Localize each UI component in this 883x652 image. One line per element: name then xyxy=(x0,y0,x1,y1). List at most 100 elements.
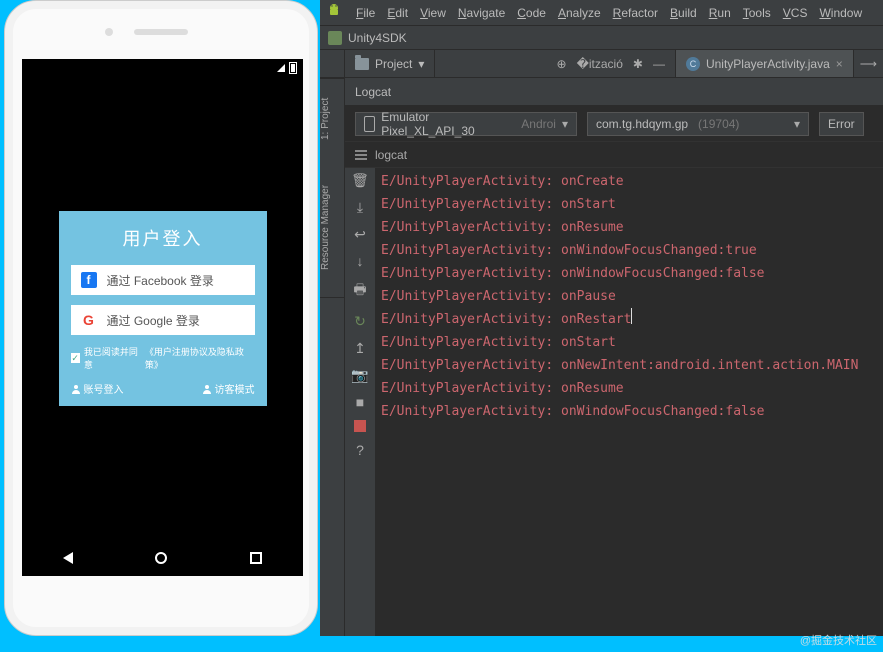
nav-recent-button[interactable] xyxy=(250,552,262,564)
agreement-text: 我已阅读并同意 xyxy=(84,345,143,371)
device-dropdown[interactable]: Emulator Pixel_XL_API_30 Androi ▾ xyxy=(355,112,577,136)
menu-run[interactable]: Run xyxy=(703,4,737,22)
logcat-tab-label[interactable]: logcat xyxy=(375,148,407,162)
phone-speaker xyxy=(134,29,188,35)
guest-mode-link[interactable]: 访客模式 xyxy=(202,381,255,396)
battery-icon xyxy=(289,62,297,74)
scroll-end-icon[interactable]: ⤓ xyxy=(357,199,363,216)
up-icon[interactable]: ↥ xyxy=(354,340,366,357)
app-content-area: 用户登入 f 通过 Facebook 登录 G 通过 Google 登录 ✓ 我… xyxy=(22,77,303,540)
process-dropdown[interactable]: com.tg.hdqym.gp (19704) ▾ xyxy=(587,112,809,136)
minimize-icon[interactable]: — xyxy=(653,57,665,71)
log-line: E/UnityPlayerActivity: onResume xyxy=(381,216,877,239)
android-status-bar xyxy=(22,59,303,77)
gear-icon[interactable]: ✱ xyxy=(633,57,643,71)
log-line: E/UnityPlayerActivity: onStart xyxy=(381,193,877,216)
account-login-link[interactable]: 账号登入 xyxy=(71,381,124,396)
menu-refactor[interactable]: Refactor xyxy=(607,4,664,22)
tabs-row: Project ▾ ⊕ �ització ✱ — C UnityPlayerAc… xyxy=(320,50,883,78)
device-dropdown-suffix: Androi xyxy=(521,117,556,131)
account-login-label: 账号登入 xyxy=(84,381,124,396)
device-dropdown-label: Emulator Pixel_XL_API_30 xyxy=(381,110,515,138)
menu-analyze[interactable]: Analyze xyxy=(552,4,607,22)
logcat-tabs-row: logcat xyxy=(345,142,883,168)
down-icon[interactable]: ↓ xyxy=(357,253,364,269)
log-line: E/UnityPlayerActivity: onWindowFocusChan… xyxy=(381,239,877,262)
process-dropdown-pid: (19704) xyxy=(698,117,739,131)
trash-icon[interactable]: 🗑 xyxy=(351,172,369,189)
logcat-controls-row: Emulator Pixel_XL_API_30 Androi ▾ com.tg… xyxy=(345,106,883,142)
project-view-dropdown[interactable]: Project ▾ xyxy=(345,50,435,77)
guest-mode-label: 访客模式 xyxy=(215,381,255,396)
logcat-output[interactable]: E/UnityPlayerActivity: onCreateE/UnityPl… xyxy=(375,168,883,636)
login-title: 用户登入 xyxy=(71,225,255,251)
restart-icon[interactable]: ↻ xyxy=(354,313,366,330)
log-line: E/UnityPlayerActivity: onWindowFocusChan… xyxy=(381,262,877,285)
menu-view[interactable]: View xyxy=(414,4,452,22)
facebook-icon: f xyxy=(81,272,97,288)
log-line: E/UnityPlayerActivity: onRestart xyxy=(381,308,877,331)
left-toolwindow-stripe[interactable] xyxy=(320,50,345,77)
menu-vcs[interactable]: VCS xyxy=(777,4,814,22)
user-icon xyxy=(71,384,81,394)
menu-bar: FileEditViewNavigateCodeAnalyzeRefactorB… xyxy=(320,0,883,26)
signal-icon xyxy=(277,64,285,72)
log-line: E/UnityPlayerActivity: onCreate xyxy=(381,170,877,193)
menu-tools[interactable]: Tools xyxy=(737,4,777,22)
project-title-bar: Unity4SDK xyxy=(320,26,883,50)
loglevel-dropdown-label: Error xyxy=(828,117,855,131)
project-toolbar-icons: ⊕ �ització ✱ — xyxy=(547,50,675,77)
menu-code[interactable]: Code xyxy=(511,4,552,22)
menu-build[interactable]: Build xyxy=(664,4,703,22)
java-class-icon: C xyxy=(686,57,700,71)
user-icon xyxy=(202,384,212,394)
menu-window[interactable]: Window xyxy=(813,4,868,22)
project-toolwindow-button[interactable]: 1: Project xyxy=(320,78,344,158)
agreement-link[interactable]: 《用户注册协议及隐私政策》 xyxy=(145,345,255,371)
soft-wrap-icon[interactable]: ↩ xyxy=(354,226,366,243)
print-icon[interactable]: 🖶 xyxy=(353,279,366,303)
nav-home-button[interactable] xyxy=(155,552,167,564)
android-studio-icon xyxy=(326,2,342,23)
record-icon[interactable]: ■ xyxy=(356,394,364,410)
phone-screen: 用户登入 f 通过 Facebook 登录 G 通过 Google 登录 ✓ 我… xyxy=(22,59,303,576)
menu-file[interactable]: File xyxy=(350,4,381,22)
logcat-header[interactable]: Logcat xyxy=(345,78,883,106)
google-login-label: 通过 Google 登录 xyxy=(107,312,200,329)
logcat-options-icon[interactable] xyxy=(355,150,367,160)
watermark-text: @掘金技术社区 xyxy=(800,632,877,648)
editor-file-tab-label: UnityPlayerActivity.java xyxy=(706,57,830,71)
hide-panel-button[interactable]: ⟶ xyxy=(853,50,883,77)
help-icon[interactable]: ? xyxy=(356,442,364,458)
emulator-icon xyxy=(364,116,375,132)
google-login-button[interactable]: G 通过 Google 登录 xyxy=(71,305,255,335)
resource-manager-toolwindow-button[interactable]: Resource Manager xyxy=(320,158,344,298)
loglevel-dropdown[interactable]: Error xyxy=(819,112,864,136)
camera-icon[interactable]: 📷 xyxy=(351,367,368,384)
folder-icon xyxy=(355,58,369,70)
chevron-down-icon: ▾ xyxy=(418,57,424,71)
stop-icon[interactable] xyxy=(354,420,366,432)
menu-navigate[interactable]: Navigate xyxy=(452,4,511,22)
split-icon[interactable]: �ització xyxy=(577,57,623,71)
nav-back-button[interactable] xyxy=(63,552,73,564)
menu-edit[interactable]: Edit xyxy=(381,4,414,22)
agreement-checkbox[interactable]: ✓ xyxy=(71,353,80,363)
left-gutter: 1: Project Resource Manager xyxy=(320,78,345,636)
editor-file-tab[interactable]: C UnityPlayerActivity.java × xyxy=(675,50,853,77)
android-studio-window: FileEditViewNavigateCodeAnalyzeRefactorB… xyxy=(320,0,883,636)
target-icon[interactable]: ⊕ xyxy=(557,57,567,71)
login-bottom-row: 账号登入 访客模式 xyxy=(71,381,255,396)
logcat-side-toolbar: 🗑 ⤓ ↩ ↓ 🖶 ↻ ↥ 📷 ■ ? xyxy=(345,168,375,636)
facebook-login-button[interactable]: f 通过 Facebook 登录 xyxy=(71,265,255,295)
agreement-row[interactable]: ✓ 我已阅读并同意 《用户注册协议及隐私政策》 xyxy=(71,345,255,371)
chevron-down-icon: ▾ xyxy=(794,117,800,131)
facebook-login-label: 通过 Facebook 登录 xyxy=(107,272,214,289)
close-icon[interactable]: × xyxy=(836,57,843,71)
root-container: 用户登入 f 通过 Facebook 登录 G 通过 Google 登录 ✓ 我… xyxy=(0,0,883,652)
phone-device-frame: 用户登入 f 通过 Facebook 登录 G 通过 Google 登录 ✓ 我… xyxy=(4,0,318,636)
ide-body: 1: Project Resource Manager Logcat Emula… xyxy=(320,78,883,636)
phone-camera-dot xyxy=(105,28,113,36)
log-line: E/UnityPlayerActivity: onStart xyxy=(381,331,877,354)
project-view-label: Project xyxy=(375,57,412,71)
